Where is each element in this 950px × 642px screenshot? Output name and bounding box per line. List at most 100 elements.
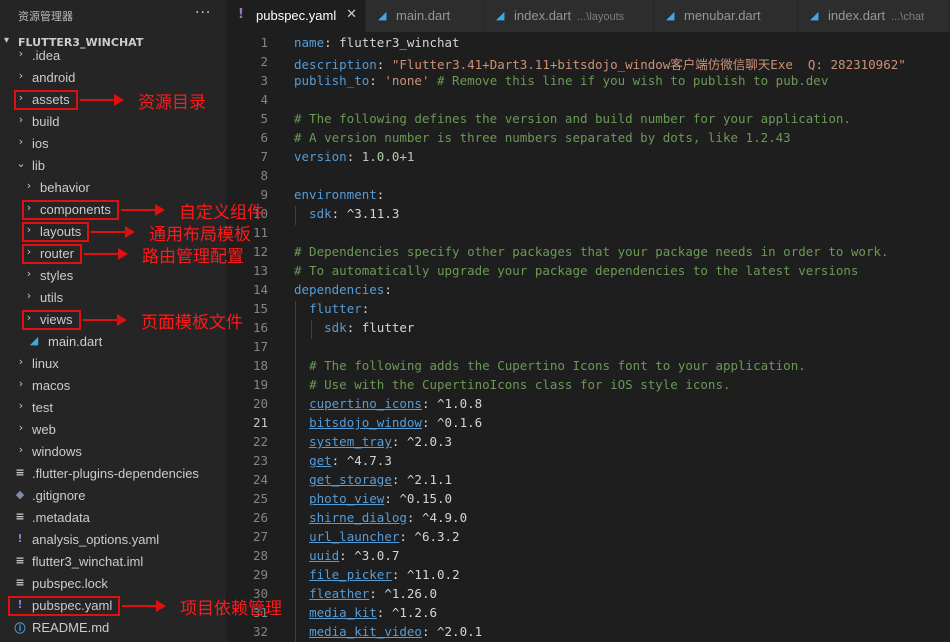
code-token: sdk: [309, 206, 332, 221]
annotation-box: [22, 310, 81, 330]
tree-folder-styles[interactable]: › styles: [0, 265, 226, 287]
tree-item-label: .idea: [32, 48, 61, 63]
tree-file[interactable]: ≡ .metadata: [0, 507, 226, 529]
tab-name: index.dart: [828, 8, 886, 23]
tab-main-dart[interactable]: ◢ main.dart: [366, 0, 484, 32]
tab-label: index.dart ...\chat: [828, 8, 924, 23]
tree-file[interactable]: ! analysis_options.yaml: [0, 529, 226, 551]
code-token: dependencies: [294, 282, 385, 297]
code-token: : ^2.0.1: [421, 624, 483, 639]
tree-file[interactable]: ⓘ README.md: [0, 617, 226, 639]
tree-item-label: pubspec.lock: [32, 576, 108, 591]
annotation-arrow: [84, 248, 128, 260]
code-token: get_storage: [309, 472, 392, 487]
file-lines-icon: ≡: [15, 466, 25, 479]
code-token: : ^1.2.6: [376, 605, 438, 620]
tree-folder-web[interactable]: › web: [0, 419, 226, 441]
code-token: :: [384, 282, 392, 297]
code-token: : ^0.1.6: [421, 415, 483, 430]
tree-item-label: android: [32, 70, 76, 85]
code-line: cupertino_icons: ^1.0.8: [294, 396, 482, 411]
dart-icon: ◢: [378, 9, 387, 22]
tree-file[interactable]: ◢ main.dart: [0, 331, 226, 353]
line-number: 1: [260, 35, 268, 50]
code-token: # The following defines the version and …: [294, 111, 851, 126]
tree-folder-lib[interactable]: ⌄ lib: [0, 155, 226, 177]
tree-folder-android[interactable]: › android: [0, 67, 226, 89]
tree-file[interactable]: ◆ .gitignore: [0, 485, 226, 507]
code-token: : ^2.0.3: [391, 434, 453, 449]
tab-index-dart[interactable]: ◢ index.dart ...\layouts: [484, 0, 654, 32]
line-number: 21: [252, 415, 268, 430]
tree-item-label: web: [32, 422, 56, 437]
tree-folder-linux[interactable]: › linux: [0, 353, 226, 375]
code-token: : ^0.15.0: [384, 491, 453, 506]
tree-folder-ios[interactable]: › ios: [0, 133, 226, 155]
code-editor[interactable]: 1 name: flutter3_winchat 2 description: "Fl…: [226, 32, 950, 642]
line-number: 26: [252, 510, 268, 525]
tree-file[interactable]: ≡ pubspec.lock: [0, 573, 226, 595]
tab-label: pubspec.yaml: [256, 8, 336, 23]
tree-item-label: analysis_options.yaml: [32, 532, 160, 547]
chevron-right-icon: ›: [18, 355, 24, 368]
code-line: media_kit_video: ^2.0.1: [294, 624, 482, 639]
file-lines-icon: ≡: [15, 576, 25, 589]
code-token: : ^4.7.3: [331, 453, 392, 468]
tree-item-label: .metadata: [32, 510, 90, 525]
tree-item-label: flutter3_winchat.iml: [32, 554, 144, 569]
tab-menubar-dart[interactable]: ◢ menubar.dart: [654, 0, 798, 32]
code-line: publish_to: 'none' # Remove this line if…: [294, 73, 828, 88]
file-lines-icon: ≡: [15, 510, 25, 523]
file-lines-icon: ≡: [15, 554, 25, 567]
tree-folder-macos[interactable]: › macos: [0, 375, 226, 397]
tree-folder-test[interactable]: › test: [0, 397, 226, 419]
tab-index-dart[interactable]: ◢ index.dart ...\chat: [798, 0, 950, 32]
code-token: version: [294, 149, 347, 164]
tree-file[interactable]: ≡ flutter3_winchat.iml: [0, 551, 226, 573]
tree-file[interactable]: ≡ .flutter-plugins-dependencies: [0, 463, 226, 485]
tree-item-label: linux: [32, 356, 59, 371]
close-icon[interactable]: ✕: [346, 7, 357, 22]
tab-label: main.dart: [396, 8, 450, 23]
line-number: 4: [260, 92, 268, 107]
code-token: :: [346, 149, 362, 164]
tree-item-label: behavior: [40, 180, 90, 195]
chevron-right-icon: ›: [26, 289, 32, 302]
code-line: uuid: ^3.0.7: [294, 548, 399, 563]
dart-icon: ◢: [810, 9, 819, 22]
tree-folder-build[interactable]: › build: [0, 111, 226, 133]
code-token: system_tray: [309, 434, 392, 449]
more-icon[interactable]: ···: [195, 5, 211, 21]
tree-item-label: windows: [32, 444, 82, 459]
tree-folder-idea[interactable]: › .idea: [0, 45, 226, 67]
code-token: publish_to: [294, 73, 370, 88]
line-number: 23: [252, 453, 268, 468]
tree-item-label: ios: [32, 136, 49, 151]
code-token: uuid: [309, 548, 340, 563]
explorer-title: 资源管理器: [18, 10, 73, 23]
annotation-box: [22, 200, 119, 220]
tree-folder-windows[interactable]: › windows: [0, 441, 226, 463]
explorer-header: 资源管理器 ···: [0, 0, 226, 32]
tab-name: menubar.dart: [684, 8, 761, 23]
code-line: sdk: ^3.11.3: [294, 206, 399, 221]
code-token: environment: [294, 187, 377, 202]
line-number: 5: [260, 111, 268, 126]
chevron-right-icon: ›: [18, 113, 24, 126]
dart-icon: ◢: [666, 9, 675, 22]
tab-pubspec-yaml[interactable]: ! pubspec.yaml ✕: [226, 0, 366, 32]
annotation-arrow: [121, 204, 165, 216]
tree-folder-utils[interactable]: › utils: [0, 287, 226, 309]
annotation-box: [8, 596, 120, 616]
line-number: 18: [252, 358, 268, 373]
tree-folder-behavior[interactable]: › behavior: [0, 177, 226, 199]
editor-tabs: ! pubspec.yaml ✕ ◢ main.dart ◢ index.dart ...\l…: [226, 0, 950, 32]
